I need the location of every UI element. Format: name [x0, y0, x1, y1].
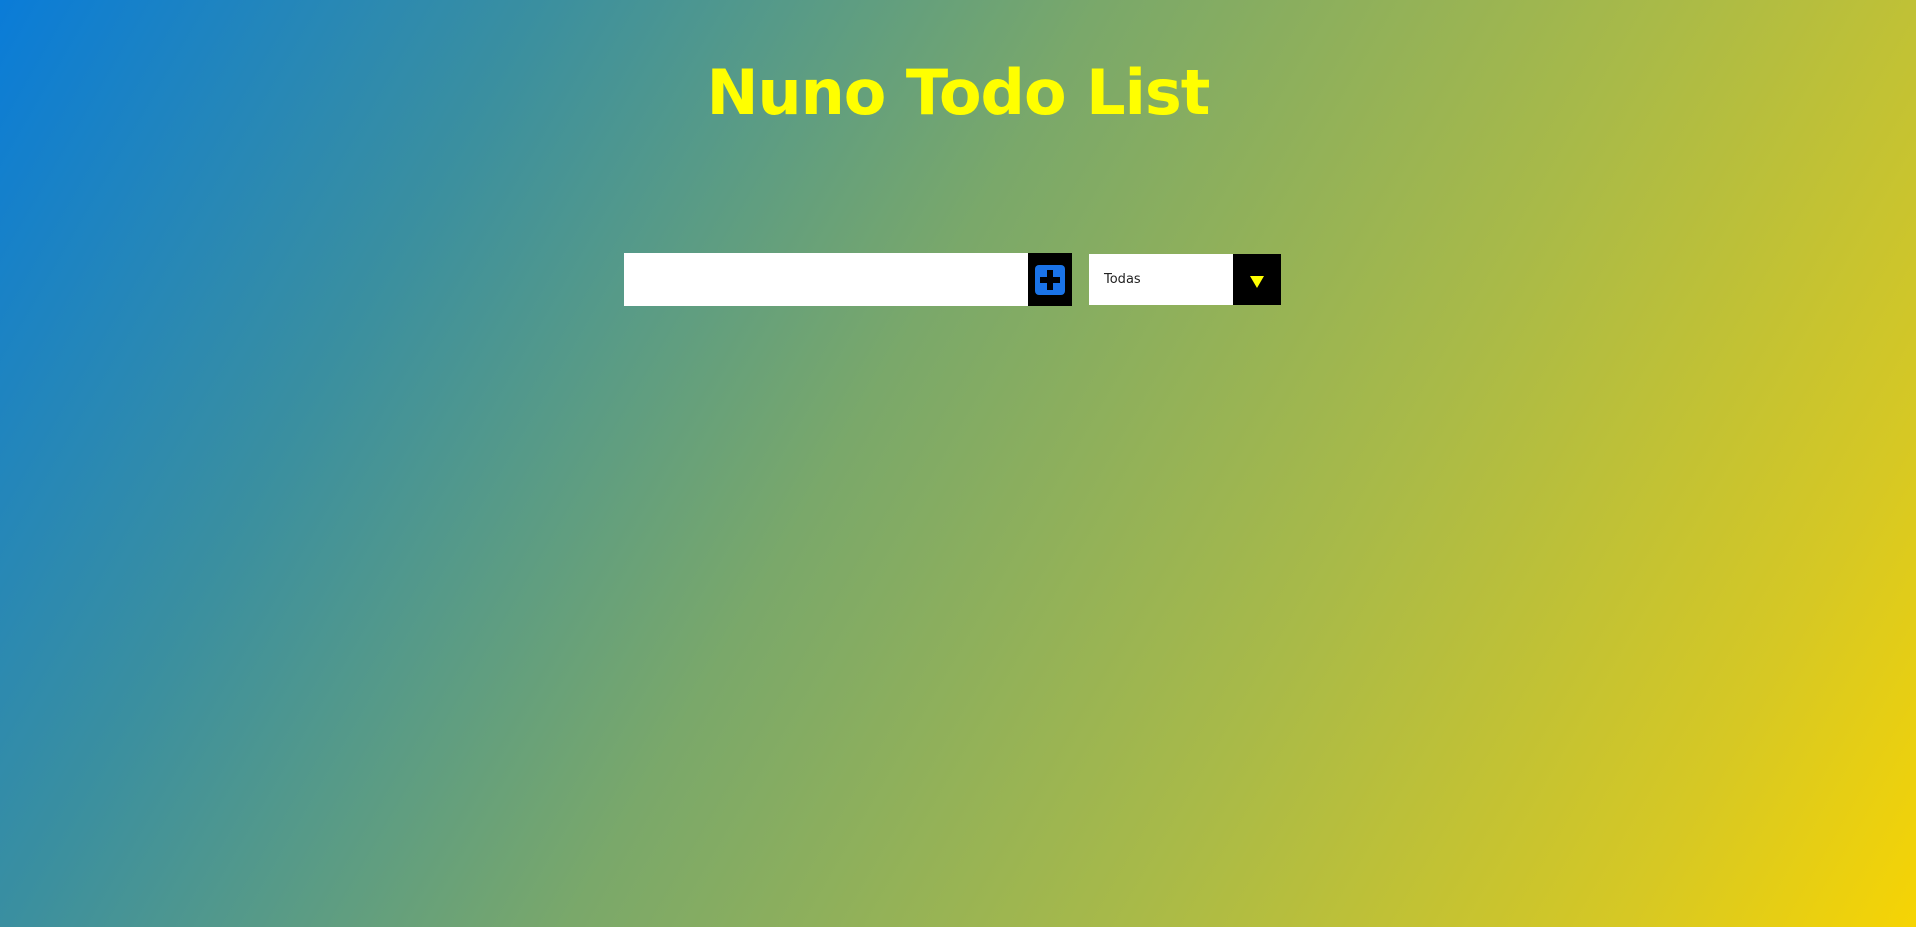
triangle-down-icon	[1250, 275, 1264, 288]
todo-input[interactable]	[624, 253, 1028, 306]
add-todo-button[interactable]	[1028, 253, 1072, 306]
filter-selected-value: Todas	[1104, 272, 1141, 287]
page-title: Nuno Todo List	[706, 56, 1211, 129]
filter-select[interactable]: Todas	[1089, 254, 1281, 305]
plus-icon	[1035, 264, 1065, 295]
todo-form	[624, 253, 1072, 306]
dropdown-arrow-button[interactable]	[1233, 254, 1281, 305]
